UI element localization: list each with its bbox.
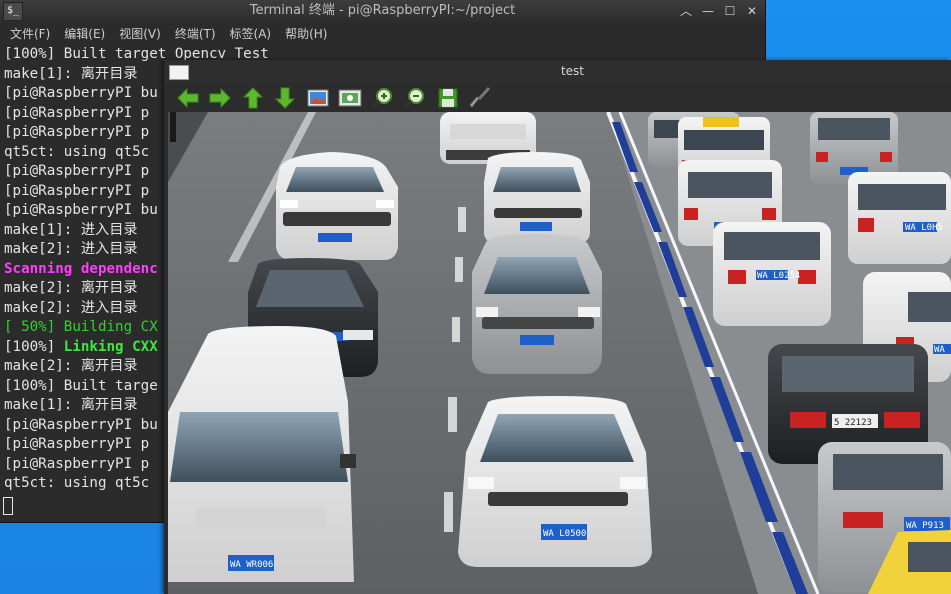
- terminal-line: [ 50%] Building CX: [4, 319, 158, 335]
- viewer-toolbar: [164, 83, 951, 112]
- arrow-down-icon[interactable]: [272, 85, 298, 111]
- zoom-in-icon[interactable]: [370, 85, 396, 111]
- collapse-icon[interactable]: ︿: [679, 0, 693, 22]
- viewer-title: test: [560, 64, 585, 78]
- terminal-line: Scanning dependenc: [4, 260, 158, 277]
- arrow-right-icon[interactable]: [207, 85, 233, 111]
- terminal-line-linking: Linking CXX: [63, 338, 158, 355]
- van: WA WR006: [168, 326, 356, 582]
- terminal-line-prefix: [100%]: [4, 338, 64, 355]
- terminal-line: make[1]: 离开目录: [4, 397, 138, 413]
- window-icon[interactable]: [169, 65, 189, 80]
- car: WA L0H5: [848, 172, 951, 264]
- minimize-icon[interactable]: —: [701, 0, 715, 22]
- terminal-line: [pi@RaspberryPI bu: [4, 85, 158, 101]
- terminal-line: [100%] Built targe: [4, 377, 158, 394]
- car: [472, 234, 602, 374]
- brush-icon[interactable]: [467, 85, 493, 111]
- terminal-line: qt5ct: using qt5c: [4, 143, 150, 160]
- terminal-line: [pi@RaspberryPI bu: [4, 416, 158, 433]
- menu-view[interactable]: 视图(V): [119, 25, 161, 42]
- menu-file[interactable]: 文件(F): [10, 25, 50, 42]
- terminal-menubar: 文件(F) 编辑(E) 视图(V) 终端(T) 标签(A) 帮助(H): [0, 22, 765, 45]
- car: WA L0500: [458, 396, 652, 567]
- image-frame-icon[interactable]: [337, 85, 363, 111]
- terminal-line: [pi@RaspberryPI p: [4, 455, 150, 472]
- terminal-line: [pi@RaspberryPI p: [4, 104, 150, 121]
- license-plate-text: WA P913: [906, 521, 944, 531]
- terminal-cursor: [3, 497, 13, 515]
- image-icon[interactable]: [305, 85, 331, 111]
- terminal-line: [pi@RaspberryPI p: [4, 163, 150, 179]
- license-plate-text: WA WR006: [230, 560, 273, 570]
- arrow-left-icon[interactable]: [175, 85, 201, 111]
- zoom-out-icon[interactable]: [402, 85, 428, 111]
- car: WA L0254: [713, 222, 831, 326]
- license-plate-text: WA L0500: [543, 529, 586, 539]
- terminal-line: [pi@RaspberryPI p: [4, 436, 150, 452]
- menu-edit[interactable]: 编辑(E): [64, 25, 105, 42]
- terminal-line: make[1]: 离开目录: [4, 65, 138, 82]
- close-icon[interactable]: ✕: [745, 0, 759, 22]
- menu-help[interactable]: 帮助(H): [285, 25, 327, 42]
- image-viewer-window[interactable]: test WA WR006 WA L0500 WA L0H5 WA L0254 …: [164, 60, 951, 594]
- license-plate-text: WA L0H5: [905, 223, 943, 233]
- terminal-line: [100%] Linking CXX: [4, 338, 158, 358]
- terminal-line: make[2]: 离开目录: [4, 358, 138, 374]
- license-plate-text: WA L0254: [757, 271, 800, 281]
- license-plate-text: WA L0H7: [934, 345, 951, 355]
- menu-terminal[interactable]: 终端(T): [175, 25, 216, 42]
- terminal-window-controls: ︿ — ☐ ✕: [679, 0, 759, 22]
- traffic-photo: WA WR006 WA L0500 WA L0H5 WA L0254 WA 5 …: [168, 112, 951, 594]
- menu-tabs[interactable]: 标签(A): [230, 25, 272, 42]
- terminal-line: make[2]: 进入目录: [4, 299, 138, 316]
- save-icon[interactable]: [435, 85, 461, 111]
- displayed-image[interactable]: WA WR006 WA L0500 WA L0H5 WA L0254 WA 5 …: [168, 112, 951, 594]
- license-plate-text: 5 22123: [834, 418, 872, 428]
- car: [484, 152, 590, 244]
- car: [276, 152, 398, 260]
- terminal-line: make[2]: 进入目录: [4, 241, 138, 257]
- viewer-titlebar[interactable]: test: [164, 60, 951, 83]
- terminal-titlebar[interactable]: $_ Terminal 终端 - pi@RaspberryPI:~/projec…: [0, 0, 765, 22]
- maximize-icon[interactable]: ☐: [723, 0, 737, 22]
- terminal-line: [pi@RaspberryPI p: [4, 182, 150, 199]
- terminal-line: make[2]: 离开目录: [4, 280, 138, 296]
- terminal-line: make[1]: 进入目录: [4, 221, 138, 238]
- terminal-line: [pi@RaspberryPI bu: [4, 202, 158, 218]
- terminal-line: [pi@RaspberryPI p: [4, 124, 150, 140]
- arrow-up-icon[interactable]: [240, 85, 266, 111]
- terminal-line: qt5ct: using qt5c: [4, 475, 150, 491]
- terminal-title: Terminal 终端 - pi@RaspberryPI:~/project: [249, 3, 516, 18]
